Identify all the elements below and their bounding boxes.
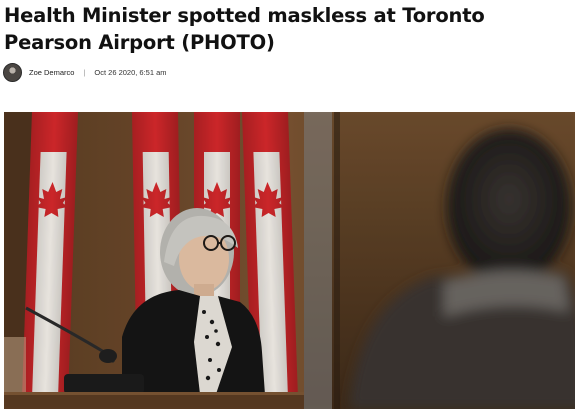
author-avatar[interactable] — [3, 62, 22, 82]
article-photo-illustration — [4, 112, 575, 409]
article-byline: Zoe Demarco | Oct 26 2020, 6:51 am — [3, 61, 167, 83]
article-photo — [4, 112, 575, 409]
byline-separator: | — [83, 67, 86, 77]
author-name-link[interactable]: Zoe Demarco — [29, 68, 74, 77]
article-headline: Health Minister spotted maskless at Toro… — [4, 4, 485, 54]
publish-date: Oct 26 2020, 6:51 am — [94, 67, 167, 77]
